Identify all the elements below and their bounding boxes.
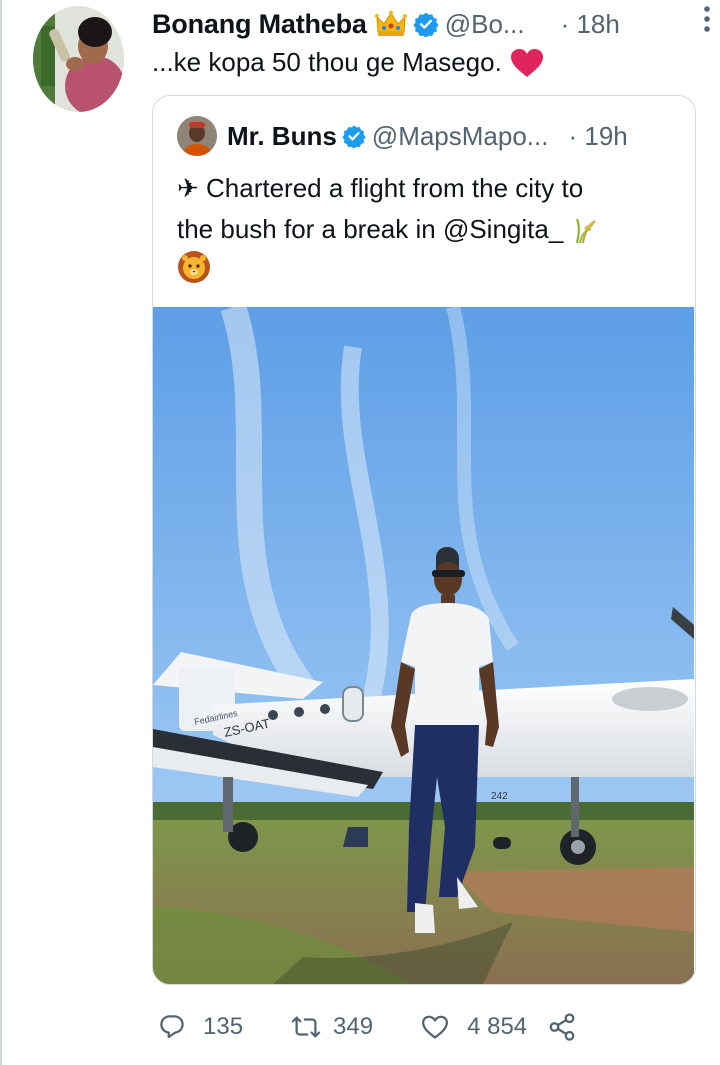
plane-tail-number-text: 242 [491,791,508,802]
reply-icon [160,1015,184,1039]
author-name[interactable]: Bonang Matheba [152,9,367,40]
crown-icon [374,10,407,38]
thread-line [0,0,2,1065]
like-count: 4 854 [467,1013,528,1040]
quoted-photo[interactable]: ZS-OAT Fedairlines 242 [153,302,694,984]
share-icon [549,1013,575,1041]
reply-button[interactable]: 135 [157,1012,243,1042]
quoted-text-line-2: the bush for a break in @Singita_ [177,209,677,250]
heart-icon [422,1015,449,1039]
like-button[interactable]: 4 854 [419,1012,527,1042]
more-icon[interactable] [702,4,712,39]
quoted-text-line-3 [177,250,677,296]
quoted-tweet-time[interactable]: · 19h [568,121,627,152]
retweet-icon [291,1016,321,1038]
quoted-text-line-1-content: ✈ Chartered a flight from the city to [177,173,584,203]
reply-count: 135 [203,1013,244,1040]
quoted-tweet-text: ✈ Chartered a flight from the city to th… [177,168,677,296]
tweet-body: ...ke kopa 50 thou ge Masego. [152,47,502,77]
quoted-text-line-2-content[interactable]: the bush for a break in @Singita_ [177,209,563,250]
tweet-text: ...ke kopa 50 thou ge Masego. [152,47,544,78]
quoted-text-line-1: ✈ Chartered a flight from the city to [177,168,677,209]
retweet-button[interactable]: 349 [291,1012,373,1042]
grass-icon [571,216,599,244]
author-avatar[interactable] [33,6,124,112]
quoted-author-handle[interactable]: @MapsMapo... [372,121,549,152]
verified-badge-icon [342,124,366,148]
tweet-header: Bonang Matheba @Bo... · 18h [152,4,712,44]
lion-face-icon [177,250,211,296]
red-heart-icon [510,48,544,78]
verified-badge-icon [413,11,439,37]
quoted-tweet[interactable]: Mr. Buns @MapsMapo... · 19h ✈ Chartered … [152,95,696,985]
retweet-count: 349 [333,1013,374,1040]
tweet-actions: 135 349 4 854 [157,1005,577,1049]
tweet-time[interactable]: · 18h [561,9,620,40]
share-button[interactable] [547,1012,577,1042]
quoted-author-name[interactable]: Mr. Buns [227,121,337,152]
author-handle[interactable]: @Bo... [445,9,525,40]
quoted-author-avatar[interactable] [177,116,217,156]
quoted-tweet-header: Mr. Buns @MapsMapo... · 19h [177,116,687,156]
